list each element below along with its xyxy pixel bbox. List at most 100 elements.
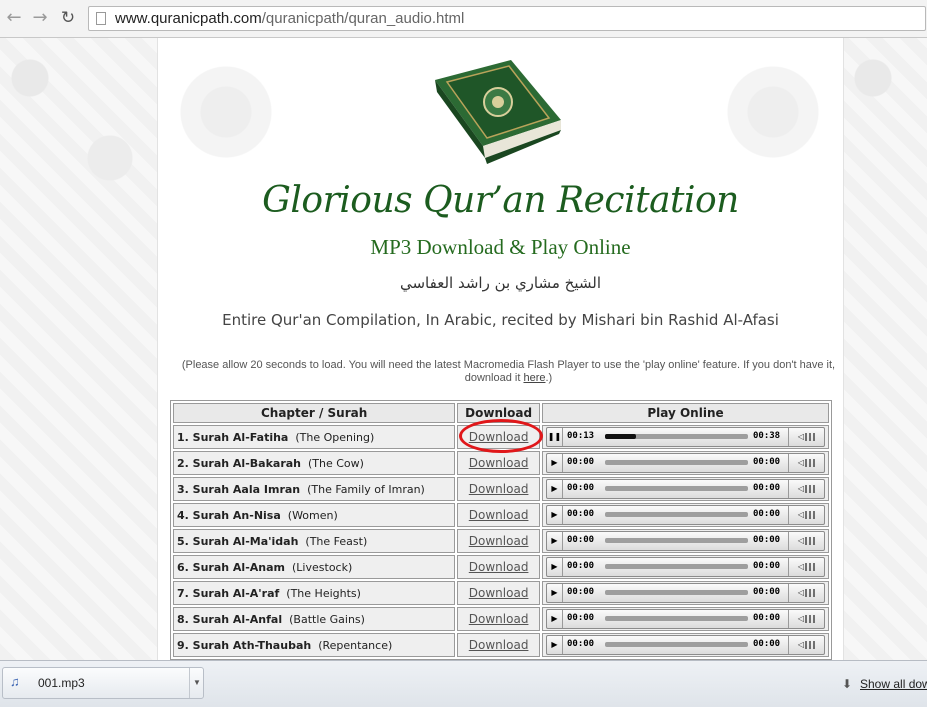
browser-toolbar: ← → ↻ www.quranicpath.com/quranicpath/qu… <box>0 0 927 38</box>
progress-bar[interactable] <box>604 512 748 517</box>
audio-player[interactable]: ❚❚ 00:13 00:38 ◁‖‖‖ <box>545 427 825 447</box>
table-row: 7. Surah Al-A'raf (The Heights) Download ▶… <box>173 581 829 605</box>
surah-name: 4. Surah An-Nisa <box>177 508 281 522</box>
loading-note: (Please allow 20 seconds to load. You wi… <box>181 359 836 384</box>
progress-bar[interactable] <box>604 538 748 543</box>
header-play-online: Play Online <box>541 403 829 423</box>
page-title: Glorious Qur’an Recitation <box>262 180 739 221</box>
download-link[interactable]: Download <box>469 586 529 600</box>
volume-icon[interactable]: ◁‖‖‖ <box>787 532 825 550</box>
play-icon[interactable]: ▶ <box>547 610 563 628</box>
volume-icon[interactable]: ◁‖‖‖ <box>787 454 825 472</box>
surah-table: Chapter / Surah Download Play Online 1. … <box>170 400 832 660</box>
duration-time: 00:00 <box>752 535 781 545</box>
dropdown-arrow-icon[interactable]: ▼ <box>189 668 204 698</box>
player-cell: ▶ 00:00 00:00 ◁‖‖‖ <box>541 529 829 553</box>
address-bar[interactable]: www.quranicpath.com/quranicpath/quran_au… <box>88 6 926 31</box>
flash-download-link[interactable]: here <box>523 372 545 384</box>
content-panel: Glorious Qur’an Recitation MP3 Download … <box>157 38 844 660</box>
audio-player[interactable]: ▶ 00:00 00:00 ◁‖‖‖ <box>545 479 825 499</box>
surah-cell: 3. Surah Aala Imran (The Family of Imran… <box>173 477 456 501</box>
play-icon[interactable]: ▶ <box>547 558 563 576</box>
play-icon[interactable]: ▶ <box>547 506 563 524</box>
audio-player[interactable]: ▶ 00:00 00:00 ◁‖‖‖ <box>545 557 825 577</box>
download-link[interactable]: Download <box>469 430 529 444</box>
play-icon[interactable]: ▶ <box>547 636 563 654</box>
reload-icon[interactable]: ↻ <box>58 8 78 28</box>
page-icon <box>96 12 106 25</box>
progress-bar[interactable] <box>604 616 748 621</box>
progress-bar[interactable] <box>604 460 748 465</box>
progress-bar[interactable] <box>604 590 748 595</box>
progress-bar[interactable] <box>604 642 748 647</box>
download-link[interactable]: Download <box>469 560 529 574</box>
download-link[interactable]: Download <box>469 638 529 652</box>
audio-player[interactable]: ▶ 00:00 00:00 ◁‖‖‖ <box>545 609 825 629</box>
elapsed-time: 00:00 <box>566 457 595 467</box>
surah-cell: 2. Surah Al-Bakarah (The Cow) <box>173 451 456 475</box>
surah-cell: 1. Surah Al-Fatiha (The Opening) <box>173 425 456 449</box>
duration-time: 00:00 <box>752 587 781 597</box>
download-link[interactable]: Download <box>469 482 529 496</box>
player-cell: ▶ 00:00 00:00 ◁‖‖‖ <box>541 477 829 501</box>
audio-player[interactable]: ▶ 00:00 00:00 ◁‖‖‖ <box>545 583 825 603</box>
table-row: 5. Surah Al-Ma'idah (The Feast) Download ▶… <box>173 529 829 553</box>
play-icon[interactable]: ▶ <box>547 480 563 498</box>
quran-book-image <box>435 60 561 164</box>
progress-bar[interactable] <box>604 564 748 569</box>
surah-name: 6. Surah Al-Anam <box>177 560 286 574</box>
forward-arrow-icon[interactable]: → <box>30 8 50 28</box>
elapsed-time: 00:00 <box>566 483 595 493</box>
right-background-pattern <box>843 38 927 660</box>
audio-player[interactable]: ▶ 00:00 00:00 ◁‖‖‖ <box>545 635 825 655</box>
volume-icon[interactable]: ◁‖‖‖ <box>787 558 825 576</box>
back-arrow-icon[interactable]: ← <box>4 8 24 28</box>
player-cell: ▶ 00:00 00:00 ◁‖‖‖ <box>541 607 829 631</box>
duration-time: 00:00 <box>752 457 781 467</box>
web-page: Glorious Qur’an Recitation MP3 Download … <box>0 38 927 660</box>
table-row: 4. Surah An-Nisa (Women) Download ▶ 00:00 00… <box>173 503 829 527</box>
play-icon[interactable]: ▶ <box>547 584 563 602</box>
left-ornament <box>166 42 286 182</box>
surah-cell: 9. Surah Ath-Thaubah (Repentance) <box>173 633 456 657</box>
volume-icon[interactable]: ◁‖‖‖ <box>787 610 825 628</box>
player-cell: ▶ 00:00 00:00 ◁‖‖‖ <box>541 503 829 527</box>
duration-time: 00:38 <box>752 431 781 441</box>
duration-time: 00:00 <box>752 483 781 493</box>
surah-name: 2. Surah Al-Bakarah <box>177 456 301 470</box>
download-item[interactable]: ♫ 001.mp3 ▼ <box>2 667 204 699</box>
download-file-name: 001.mp3 <box>38 676 85 690</box>
volume-icon[interactable]: ◁‖‖‖ <box>787 636 825 654</box>
elapsed-time: 00:00 <box>566 561 595 571</box>
download-link[interactable]: Download <box>469 534 529 548</box>
download-link[interactable]: Download <box>469 612 529 626</box>
audio-player[interactable]: ▶ 00:00 00:00 ◁‖‖‖ <box>545 505 825 525</box>
volume-icon[interactable]: ◁‖‖‖ <box>787 506 825 524</box>
volume-icon[interactable]: ◁‖‖‖ <box>787 480 825 498</box>
table-row: 6. Surah Al-Anam (Livestock) Download ▶ 00:… <box>173 555 829 579</box>
surah-meaning: (The Cow) <box>308 456 364 470</box>
header-download: Download <box>457 403 540 423</box>
volume-icon[interactable]: ◁‖‖‖ <box>787 584 825 602</box>
surah-cell: 4. Surah An-Nisa (Women) <box>173 503 456 527</box>
play-icon[interactable]: ▶ <box>547 532 563 550</box>
download-link[interactable]: Download <box>469 456 529 470</box>
audio-player[interactable]: ▶ 00:00 00:00 ◁‖‖‖ <box>545 453 825 473</box>
progress-fill <box>604 434 637 439</box>
volume-icon[interactable]: ◁‖‖‖ <box>787 428 825 446</box>
duration-time: 00:00 <box>752 639 781 649</box>
progress-bar[interactable] <box>604 486 748 491</box>
download-cell: Download <box>457 529 540 553</box>
page-subtitle: MP3 Download & Play Online <box>370 235 631 259</box>
download-shelf: ♫ 001.mp3 ▼ ⬇ Show all dow <box>0 660 927 707</box>
pause-icon[interactable]: ❚❚ <box>547 428 563 446</box>
surah-name: 1. Surah Al-Fatiha <box>177 430 289 444</box>
show-all-downloads-link[interactable]: ⬇ Show all dow <box>842 677 927 691</box>
elapsed-time: 00:00 <box>566 509 595 519</box>
surah-name: 8. Surah Al-Anfal <box>177 612 283 626</box>
progress-bar[interactable] <box>604 434 748 439</box>
audio-player[interactable]: ▶ 00:00 00:00 ◁‖‖‖ <box>545 531 825 551</box>
download-link[interactable]: Download <box>469 508 529 522</box>
play-icon[interactable]: ▶ <box>547 454 563 472</box>
player-cell: ❚❚ 00:13 00:38 ◁‖‖‖ <box>541 425 829 449</box>
